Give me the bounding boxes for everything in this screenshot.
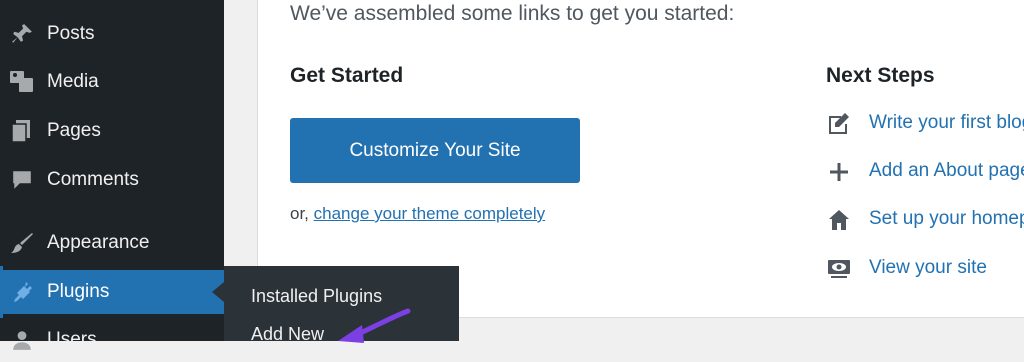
annotation-arrow-icon bbox=[338, 308, 411, 343]
flyout-pointer bbox=[212, 282, 224, 302]
next-step-label[interactable]: View your site bbox=[869, 257, 987, 279]
next-step-write-post[interactable]: Write your first blog post bbox=[826, 108, 1024, 140]
sidebar-item-label: Plugins bbox=[47, 281, 110, 302]
home-icon bbox=[826, 207, 852, 233]
plugin-icon bbox=[8, 278, 36, 306]
flyout-item-add-new[interactable]: Add New bbox=[251, 324, 324, 345]
sidebar-item-media[interactable]: Media bbox=[0, 60, 224, 104]
paintbrush-icon bbox=[8, 229, 36, 257]
sidebar-item-users[interactable]: Users bbox=[0, 318, 224, 362]
sidebar-item-label: Posts bbox=[47, 23, 95, 44]
flyout-item-installed-plugins[interactable]: Installed Plugins bbox=[251, 286, 382, 307]
next-step-about-page[interactable]: Add an About page bbox=[826, 156, 1024, 188]
edit-icon bbox=[826, 111, 852, 137]
sidebar-item-posts[interactable]: Posts bbox=[0, 12, 224, 56]
users-icon bbox=[8, 326, 36, 354]
view-site-icon bbox=[826, 256, 852, 282]
pages-icon bbox=[8, 117, 36, 145]
get-started-heading: Get Started bbox=[290, 64, 404, 87]
next-steps-heading: Next Steps bbox=[826, 64, 935, 87]
admin-sidebar: Posts Media Pages Comments Appearance Pl… bbox=[0, 0, 224, 350]
sidebar-item-label: Media bbox=[47, 71, 99, 92]
sidebar-item-label: Appearance bbox=[47, 232, 150, 253]
pin-icon bbox=[8, 20, 36, 48]
active-indicator bbox=[0, 266, 3, 318]
welcome-intro: We’ve assembled some links to get you st… bbox=[290, 2, 735, 25]
sidebar-item-label: Users bbox=[47, 329, 97, 350]
sidebar-item-pages[interactable]: Pages bbox=[0, 109, 224, 153]
change-theme-line: or, change your theme completely bbox=[290, 204, 545, 224]
comment-icon bbox=[8, 166, 36, 194]
sidebar-item-label: Comments bbox=[47, 169, 139, 190]
sidebar-item-appearance[interactable]: Appearance bbox=[0, 221, 224, 265]
next-step-label[interactable]: Set up your homepage bbox=[869, 208, 1024, 230]
next-step-view-site[interactable]: View your site bbox=[826, 253, 1024, 285]
change-theme-link[interactable]: change your theme completely bbox=[314, 204, 546, 223]
or-prefix: or, bbox=[290, 204, 314, 223]
next-step-label[interactable]: Write your first blog post bbox=[869, 112, 1024, 134]
sidebar-item-comments[interactable]: Comments bbox=[0, 158, 224, 202]
next-step-label[interactable]: Add an About page bbox=[869, 160, 1024, 182]
plus-icon bbox=[826, 159, 852, 185]
media-icon bbox=[8, 68, 36, 96]
next-step-homepage[interactable]: Set up your homepage bbox=[826, 204, 1024, 236]
sidebar-item-plugins[interactable]: Plugins bbox=[0, 270, 224, 314]
sidebar-item-label: Pages bbox=[47, 120, 101, 141]
customize-site-button[interactable]: Customize Your Site bbox=[290, 118, 580, 183]
